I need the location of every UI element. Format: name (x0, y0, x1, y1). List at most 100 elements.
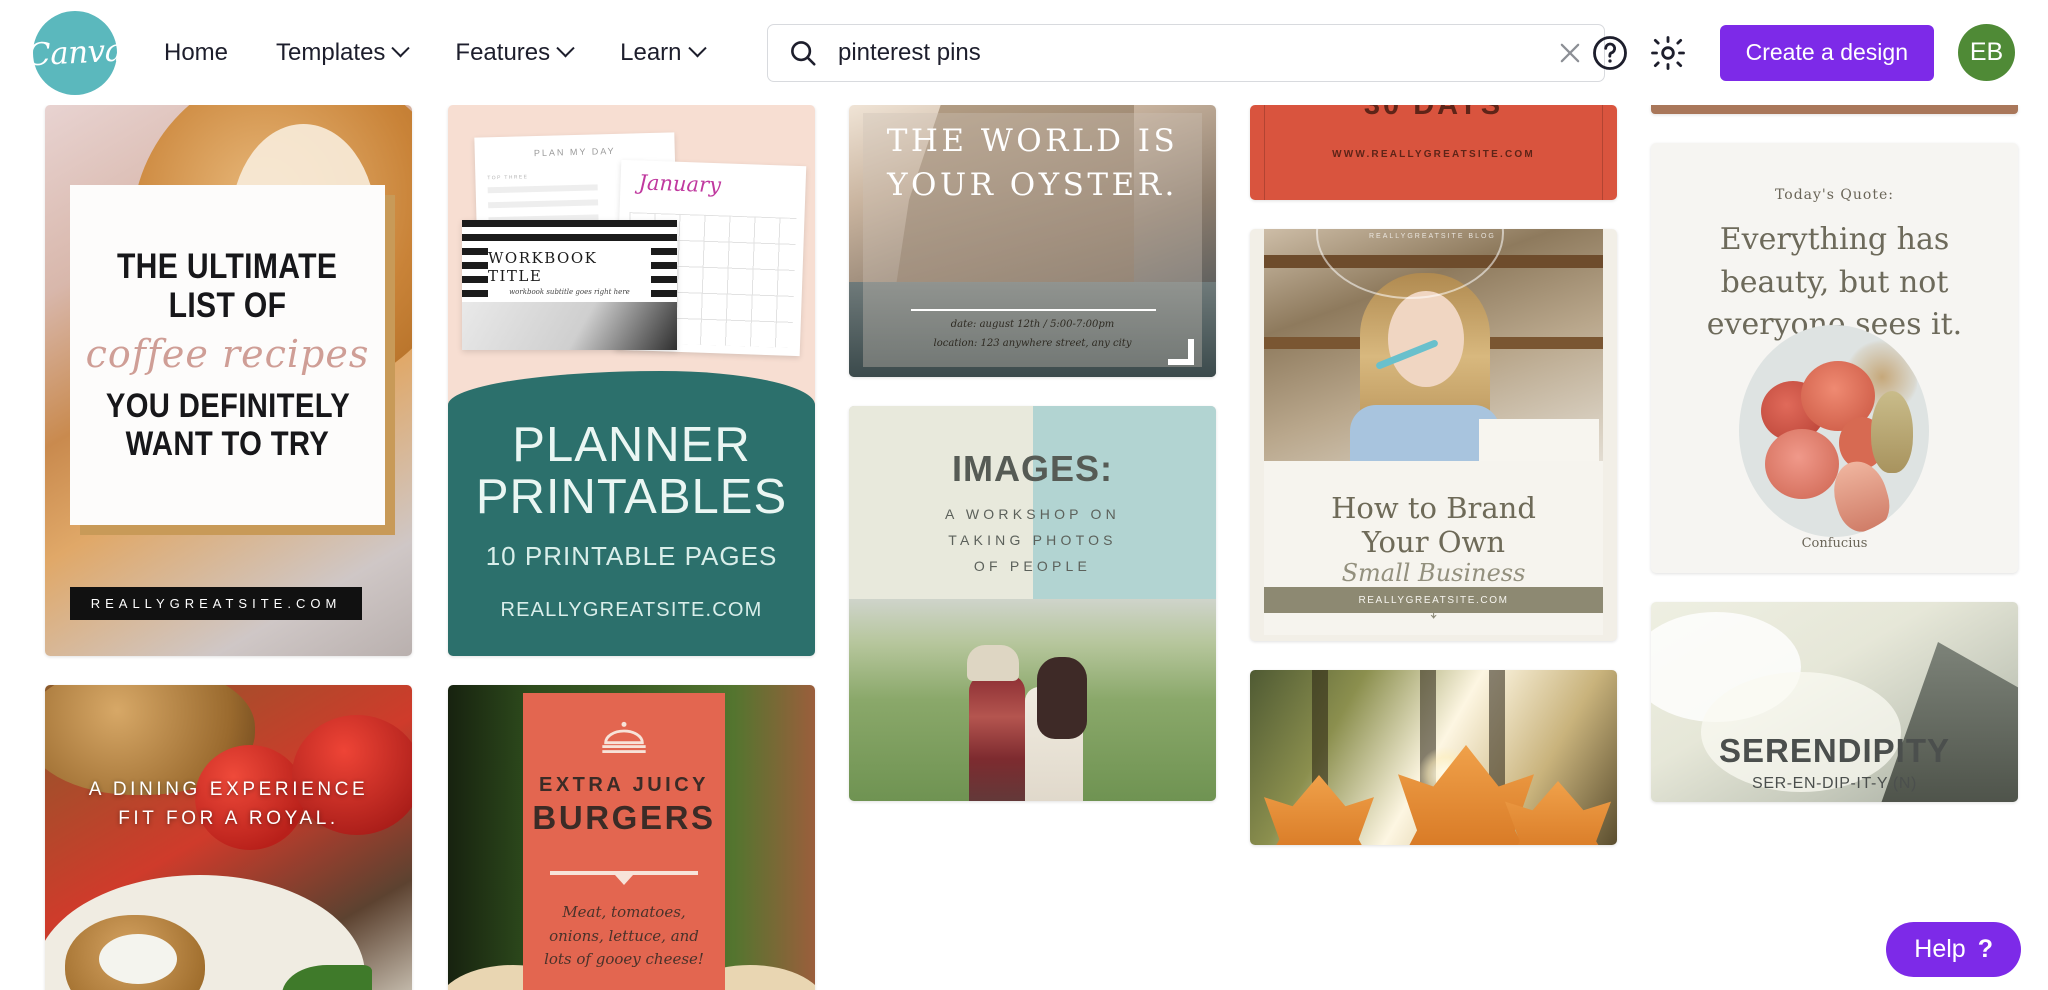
coffee-line-1: THE ULTIMATE (117, 246, 338, 286)
results-column-4: 30 DAYS WWW.REALLYGREATSITE.COM REALLYGR… (1250, 105, 1617, 845)
maple-leaf (1398, 745, 1534, 845)
oyster-divider (911, 309, 1156, 311)
images-sub-2: TAKING PHOTOS (948, 531, 1117, 548)
search-icon (788, 38, 818, 68)
nav-item-templates[interactable]: Templates (276, 38, 411, 67)
template-card-how-to-brand[interactable]: REALLYGREATSITE BLOG How to Brand Your O… (1250, 229, 1617, 641)
coffee-text-block: THE ULTIMATE LIST OF coffee recipes YOU … (70, 185, 385, 525)
quote-label: Today's Quote: (1775, 187, 1894, 203)
results-column-2: PLAN MY DAY TOP THREE January WORKBOOK T… (448, 105, 815, 990)
top-navigation-bar: Canva Home Templates Features Learn pint… (0, 0, 2048, 105)
brand-stamp-text: REALLYGREATSITE BLOG (1369, 233, 1496, 240)
coffee-script-text: coffee recipes (85, 332, 370, 377)
nav-item-learn-label: Learn (620, 38, 682, 66)
oyster-date: date: august 12th / 5:00-7:00pm (950, 319, 1115, 330)
dining-line-1: A DINING EXPERIENCE (88, 779, 369, 800)
chevron-down-icon (391, 39, 411, 58)
header-actions: Create a design EB (1566, 0, 2048, 105)
burger-panel: EXTRA JUICY BURGERS Meat, tomatoes, onio… (523, 693, 725, 990)
coffee-line-3: YOU DEFINITELY (105, 387, 350, 426)
help-button[interactable]: Help ? (1886, 922, 2021, 977)
search-input[interactable] (838, 39, 1550, 67)
search-input-wrapper (838, 39, 1550, 67)
template-card-30-days-partial[interactable]: 30 DAYS WWW.REALLYGREATSITE.COM (1250, 105, 1617, 200)
planner-subtitle: 10 PRINTABLE PAGES (485, 540, 778, 571)
avatar[interactable]: EB (1958, 24, 2015, 81)
images-title: IMAGES: (951, 448, 1113, 489)
brand-title-1: How to Brand (1331, 491, 1536, 525)
brand-script-text: Small Business (1341, 559, 1526, 587)
template-results-grid: THE ULTIMATE LIST OF coffee recipes YOU … (0, 105, 2048, 990)
nav-item-home[interactable]: Home (164, 39, 228, 67)
workbook-photo (462, 302, 677, 350)
brand-title-2: Your Own (1361, 525, 1506, 560)
planner-teal-panel: PLANNER PRINTABLES 10 PRINTABLE PAGES RE… (448, 371, 815, 656)
workbook-title: WORKBOOK TITLE (488, 248, 598, 285)
burger-divider (550, 871, 698, 876)
images-sub-1: A WORKSHOP ON (945, 506, 1120, 522)
planner-title-2: PRINTABLES (475, 470, 788, 524)
logo-wordmark: Canva (26, 32, 124, 73)
nav-item-templates-label: Templates (276, 38, 386, 66)
help-button-label: Help (1914, 935, 1966, 963)
petal-leaf (1871, 391, 1913, 473)
red-card-url: WWW.REALLYGREATSITE.COM (1332, 149, 1535, 160)
create-a-design-button[interactable]: Create a design (1719, 24, 1934, 81)
template-card-serendipity[interactable]: SERENDIPITY SER-EN-DIP-IT-Y (N) (1651, 602, 2018, 802)
gear-icon[interactable] (1642, 27, 1694, 79)
oyster-meta-block: date: august 12th / 5:00-7:00pm location… (849, 315, 1216, 353)
calendar-month-label: January (638, 170, 722, 198)
nav-item-features[interactable]: Features (455, 38, 575, 67)
field-photo (849, 599, 1216, 801)
brand-title-block: How to Brand Your Own (1264, 491, 1603, 559)
coffee-line-2: LIST OF (168, 285, 287, 325)
template-card-coffee-recipes[interactable]: THE ULTIMATE LIST OF coffee recipes YOU … (45, 105, 412, 656)
images-text-block: IMAGES: A WORKSHOP ON TAKING PHOTOS OF P… (849, 448, 1216, 580)
template-card-planner-printables[interactable]: PLAN MY DAY TOP THREE January WORKBOOK T… (448, 105, 815, 656)
dining-text-block: A DINING EXPERIENCE FIT FOR A ROYAL. (45, 775, 412, 834)
dining-line-2: FIT FOR A ROYAL. (118, 808, 339, 830)
nav-item-features-label: Features (455, 38, 551, 66)
results-column-3: THE WORLD IS YOUR OYSTER. date: august 1… (849, 105, 1216, 801)
man-figure (969, 675, 1025, 801)
flower-photo (1739, 325, 1929, 537)
plan-my-day-title: PLAN MY DAY (533, 145, 616, 159)
question-circle-icon[interactable] (1584, 27, 1636, 79)
oyster-headline: THE WORLD IS YOUR OYSTER. (886, 123, 1179, 204)
template-card-extra-juicy-burgers[interactable]: EXTRA JUICY BURGERS Meat, tomatoes, onio… (448, 685, 815, 990)
results-column-1: THE ULTIMATE LIST OF coffee recipes YOU … (45, 105, 412, 990)
search-bar[interactable] (767, 24, 1605, 82)
workbook-text-block: WORKBOOK TITLE workbook subtitle goes ri… (488, 242, 651, 302)
avatar-initials: EB (1969, 38, 2004, 66)
nav-item-home-label: Home (164, 38, 229, 66)
workbook-sheet: WORKBOOK TITLE workbook subtitle goes ri… (462, 220, 677, 350)
burger-line-1: EXTRA JUICY (538, 774, 709, 797)
template-card-images-workshop[interactable]: IMAGES: A WORKSHOP ON TAKING PHOTOS OF P… (849, 406, 1216, 801)
coffee-site-url: REALLYGREATSITE.COM (70, 587, 362, 620)
template-card-world-is-your-oyster[interactable]: THE WORLD IS YOUR OYSTER. date: august 1… (849, 105, 1216, 377)
template-card-autumn-leaves[interactable] (1250, 670, 1617, 845)
primary-nav: Home Templates Features Learn (164, 38, 707, 67)
woman-hair (1037, 657, 1087, 739)
woman-shirt (1350, 405, 1500, 461)
chevron-down-icon (556, 39, 575, 58)
beanie-hat (967, 645, 1019, 681)
oyster-location: location: 123 anywhere street, any city (933, 338, 1132, 349)
template-card-todays-quote[interactable]: Today's Quote: Everything has beauty, bu… (1651, 143, 2018, 573)
burger-line-2: BURGERS (532, 799, 716, 837)
maple-leaf (1264, 775, 1374, 845)
workbook-subtitle: workbook subtitle goes right here (509, 287, 630, 296)
corner-bracket-icon (1168, 339, 1194, 365)
quote-author: Confucius (1801, 536, 1868, 551)
results-column-5: Today's Quote: Everything has beauty, bu… (1651, 105, 2018, 802)
paper-prop (1479, 419, 1599, 461)
brand-site-url: REALLYGREATSITE.COM (1264, 587, 1603, 613)
coffee-line-4: WANT TO TRY (125, 425, 330, 464)
canva-logo-icon[interactable]: Canva (26, 10, 124, 95)
nav-item-learn[interactable]: Learn (620, 38, 707, 67)
template-card-dining-experience[interactable]: A DINING EXPERIENCE FIT FOR A ROYAL. (45, 685, 412, 990)
template-card-partial-top[interactable] (1651, 105, 2018, 114)
planner-title-1: PLANNER (512, 418, 751, 472)
serendipity-pronunciation: SER-EN-DIP-IT-Y (N) (1752, 775, 1917, 792)
serendipity-title: SERENDIPITY (1718, 732, 1951, 769)
